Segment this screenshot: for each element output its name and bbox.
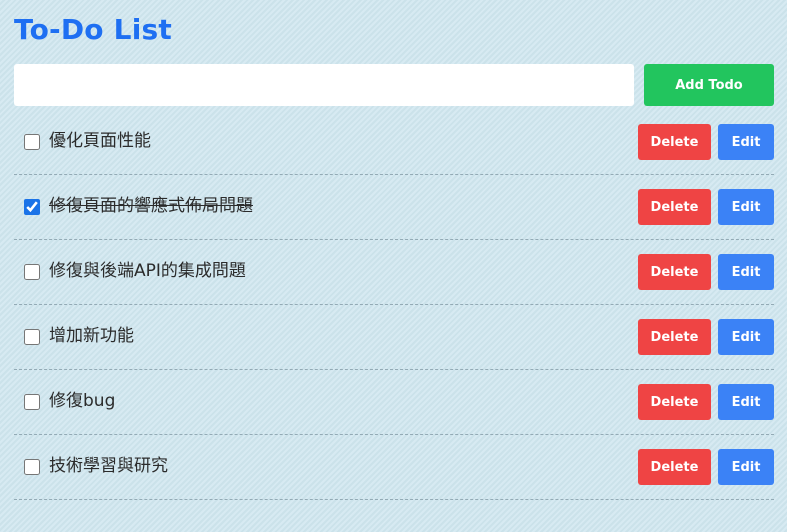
todo-checkbox[interactable]	[24, 134, 40, 150]
edit-button[interactable]: Edit	[718, 449, 774, 485]
todo-text: 增加新功能	[49, 326, 134, 346]
add-todo-form: Add Todo	[14, 64, 774, 106]
todo-text: 技術學習與研究	[49, 456, 168, 476]
todo-checkbox[interactable]	[24, 329, 40, 345]
todo-text: 修復bug	[49, 391, 116, 411]
todo-checkbox[interactable]	[24, 459, 40, 475]
todo-item: 技術學習與研究 Delete Edit	[14, 435, 774, 500]
delete-button[interactable]: Delete	[638, 254, 711, 290]
add-todo-button[interactable]: Add Todo	[644, 64, 774, 106]
todo-checkbox[interactable]	[24, 264, 40, 280]
delete-button[interactable]: Delete	[638, 124, 711, 160]
edit-button[interactable]: Edit	[718, 189, 774, 225]
page-title: To-Do List	[14, 13, 172, 46]
todo-item: 增加新功能 Delete Edit	[14, 305, 774, 370]
delete-button[interactable]: Delete	[638, 319, 711, 355]
todo-text: 修復頁面的響應式佈局問題	[49, 196, 253, 216]
delete-button[interactable]: Delete	[638, 384, 711, 420]
todo-list: 優化頁面性能 Delete Edit 修復頁面的響應式佈局問題 Delete E…	[14, 110, 774, 500]
todo-checkbox[interactable]	[24, 394, 40, 410]
todo-item: 優化頁面性能 Delete Edit	[14, 110, 774, 175]
edit-button[interactable]: Edit	[718, 384, 774, 420]
delete-button[interactable]: Delete	[638, 189, 711, 225]
edit-button[interactable]: Edit	[718, 254, 774, 290]
edit-button[interactable]: Edit	[718, 319, 774, 355]
todo-checkbox[interactable]	[24, 199, 40, 215]
edit-button[interactable]: Edit	[718, 124, 774, 160]
todo-text: 修復與後端API的集成問題	[49, 261, 246, 281]
todo-text: 優化頁面性能	[49, 131, 151, 151]
todo-item: 修復bug Delete Edit	[14, 370, 774, 435]
todo-item: 修復與後端API的集成問題 Delete Edit	[14, 240, 774, 305]
todo-input[interactable]	[14, 64, 634, 106]
todo-item: 修復頁面的響應式佈局問題 Delete Edit	[14, 175, 774, 240]
delete-button[interactable]: Delete	[638, 449, 711, 485]
